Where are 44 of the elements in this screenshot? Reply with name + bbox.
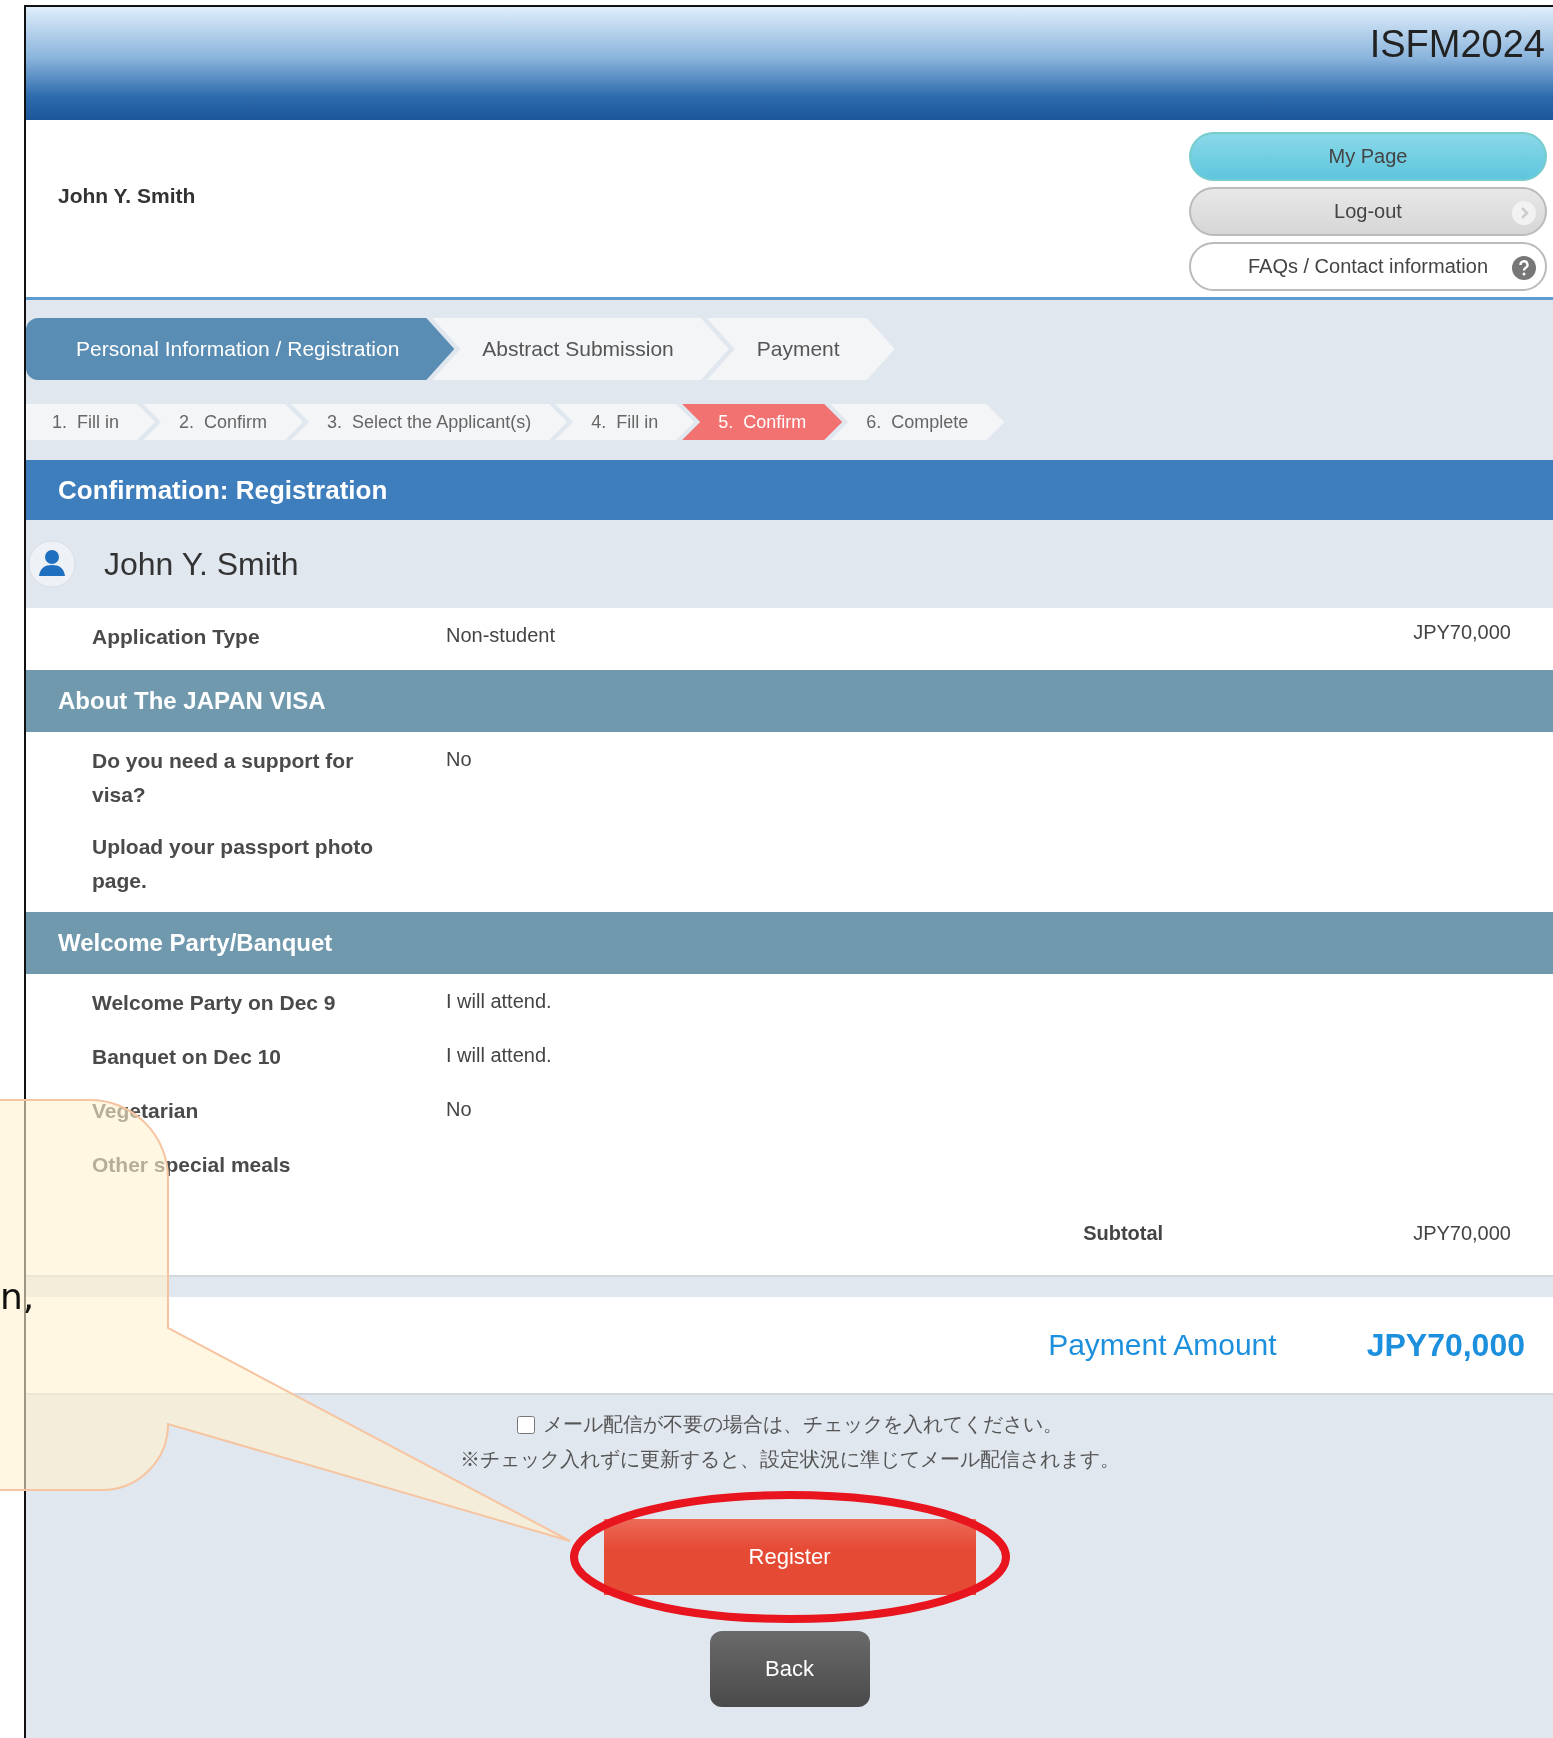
chevron-icon [1511,200,1537,226]
field-label: Other special meals [92,1152,292,1178]
user-name: John Y. Smith [58,184,196,208]
step: 5. Confirm [682,404,843,440]
applicant-name: John Y. Smith [104,545,299,583]
register-button[interactable]: Register [603,1519,976,1595]
subtotal-amount: JPY70,000 [1413,1222,1511,1245]
field-label: Do you need a support for visa? [92,748,355,808]
field-value: No [446,748,472,770]
tab[interactable]: Personal Information / Registration [26,318,455,380]
help-icon [1511,255,1537,281]
tab[interactable]: Abstract Submission [432,318,729,380]
field-value: Non-student [446,624,555,646]
nav-button[interactable]: My Page [1189,132,1547,181]
nav-button[interactable]: Log-out [1189,187,1547,236]
tab[interactable]: Payment [706,318,895,380]
step: 2. Confirm [143,404,304,440]
nav-button[interactable]: FAQs / Contact information [1189,242,1547,291]
step: 3. Select the Applicant(s) [291,404,568,440]
price: JPY70,000 [1413,621,1511,643]
field-label: Upload your passport photo page. [92,834,375,894]
page-title: Confirmation: Registration [26,460,1553,520]
person-icon [28,540,76,588]
field-value: I will attend. [446,1044,552,1066]
mail-note: ※チェック入れずに更新すると、設定状況に準じてメール配信されます。 [459,1447,1120,1472]
field-value: I will attend. [446,990,552,1012]
callout-text: n, [0,1276,35,1317]
field-label: Application Type [92,624,261,650]
section-title: About The JAPAN VISA [26,670,1553,732]
field-value: No [446,1098,472,1120]
checkbox-label: メール配信が不要の場合は、チェックを入れてください。 [542,1412,1063,1437]
section-title: Welcome Party/Banquet [26,912,1553,974]
step: 6. Complete [830,404,1005,440]
back-button[interactable]: Back [709,1631,870,1707]
subtotal-label: Subtotal [1083,1222,1164,1245]
step: 1. Fill in [26,404,156,440]
payment-label: Payment Amount [1048,1328,1277,1362]
field-label: Banquet on Dec 10 [92,1044,283,1070]
field-label: Welcome Party on Dec 9 [92,990,337,1016]
payment-amount: JPY70,000 [1366,1326,1525,1364]
mail-checkbox[interactable] [516,1415,535,1434]
step: 4. Fill in [555,404,695,440]
site-title: ISFM2024 [1369,23,1545,66]
field-label: Vegetarian [92,1098,200,1124]
